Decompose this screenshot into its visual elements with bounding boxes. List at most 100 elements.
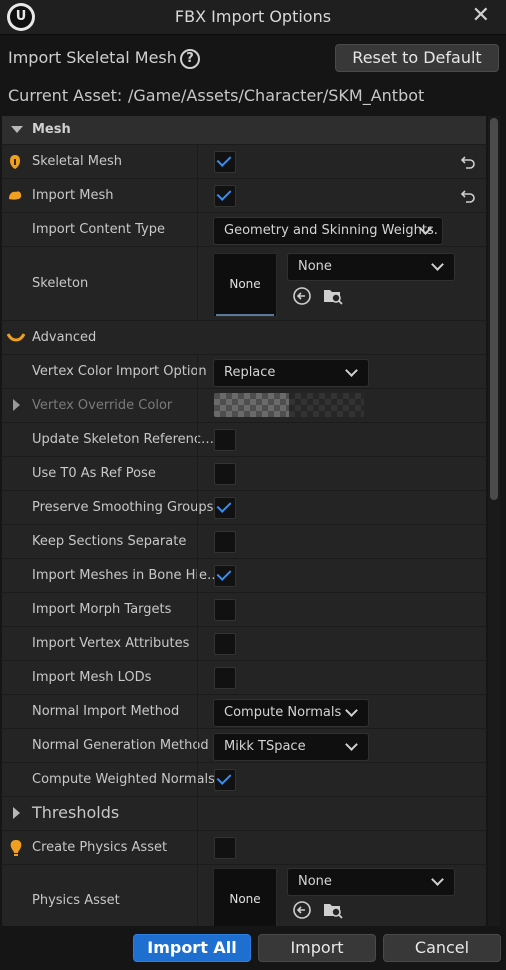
update-skeleton-reference-checkbox[interactable] bbox=[214, 429, 236, 451]
vertex-override-color-swatch[interactable] bbox=[214, 393, 364, 417]
import-button[interactable]: Import bbox=[258, 934, 376, 962]
dropdown-value: Mikk TSpace bbox=[224, 739, 306, 754]
label: Preserve Smoothing Groups bbox=[32, 500, 214, 515]
label: Normal Import Method bbox=[32, 704, 180, 719]
reset-to-default-button[interactable]: Reset to Default bbox=[335, 44, 499, 72]
row-normal-import-method: Normal Import Method Compute Normals bbox=[2, 695, 486, 729]
mesh-icon bbox=[9, 191, 22, 200]
label: Keep Sections Separate bbox=[32, 534, 187, 549]
label: Import Mesh LODs bbox=[32, 670, 152, 685]
current-asset-path: /Game/Assets/Character/SKM_Antbot bbox=[128, 86, 425, 105]
thumb-label: None bbox=[229, 277, 261, 291]
label: Vertex Color Import Option bbox=[32, 364, 207, 379]
import-meshes-in-bone-hierarchy-checkbox[interactable] bbox=[214, 565, 236, 587]
row-physics-asset: Physics Asset None None bbox=[2, 865, 486, 926]
row-preserve-smoothing-groups: Preserve Smoothing Groups bbox=[2, 491, 486, 525]
row-keep-sections-separate: Keep Sections Separate bbox=[2, 525, 486, 559]
label: Update Skeleton Referenc… bbox=[32, 432, 215, 447]
use-selected-asset-icon[interactable] bbox=[292, 900, 312, 920]
import-all-button[interactable]: Import All bbox=[133, 934, 251, 962]
row-skeletal-mesh: Skeletal Mesh bbox=[2, 145, 486, 179]
physics-body-icon bbox=[10, 840, 22, 856]
header-row: Import Skeletal Mesh ? Reset to Default bbox=[0, 42, 506, 74]
import-vertex-attributes-checkbox[interactable] bbox=[214, 633, 236, 655]
physics-asset-picker[interactable]: None bbox=[287, 868, 455, 896]
title-bar: U FBX Import Options ✕ bbox=[0, 0, 506, 35]
create-physics-asset-checkbox[interactable] bbox=[214, 837, 236, 859]
row-use-t0-as-ref-pose: Use T0 As Ref Pose bbox=[2, 457, 486, 491]
import-mesh-lods-checkbox[interactable] bbox=[214, 667, 236, 689]
row-import-mesh-lods: Import Mesh LODs bbox=[2, 661, 486, 695]
dropdown-value: None bbox=[298, 259, 332, 274]
preserve-smoothing-groups-checkbox[interactable] bbox=[214, 497, 236, 519]
normal-generation-method-dropdown[interactable]: Mikk TSpace bbox=[213, 733, 369, 761]
label: Skeletal Mesh bbox=[32, 154, 122, 169]
chevron-down-icon bbox=[431, 258, 444, 271]
row-import-morph-targets: Import Morph Targets bbox=[2, 593, 486, 627]
row-import-vertex-attributes: Import Vertex Attributes bbox=[2, 627, 486, 661]
section-mesh-label: Mesh bbox=[32, 122, 71, 137]
label: Physics Asset bbox=[32, 893, 120, 908]
cancel-button[interactable]: Cancel bbox=[383, 934, 501, 962]
properties-panel: Mesh Skeletal Mesh Import Mesh Import Co… bbox=[2, 116, 486, 926]
close-icon[interactable]: ✕ bbox=[472, 5, 490, 27]
import-mesh-checkbox[interactable] bbox=[214, 185, 236, 207]
skeletal-mesh-checkbox[interactable] bbox=[214, 151, 236, 173]
row-import-mesh: Import Mesh bbox=[2, 179, 486, 213]
shield-icon bbox=[10, 155, 20, 169]
thumb-label: None bbox=[229, 892, 261, 906]
dropdown-value: Geometry and Skinning Weights. bbox=[224, 223, 438, 238]
skeleton-thumbnail[interactable]: None bbox=[213, 253, 277, 317]
row-advanced[interactable]: Advanced bbox=[2, 321, 486, 355]
row-import-meshes-in-bone-hierarchy: Import Meshes in Bone Hie… bbox=[2, 559, 486, 593]
normal-import-method-dropdown[interactable]: Compute Normals bbox=[213, 699, 369, 727]
help-icon[interactable]: ? bbox=[180, 49, 200, 69]
vertex-color-import-dropdown[interactable]: Replace bbox=[213, 359, 369, 387]
label: Compute Weighted Normals bbox=[32, 772, 215, 787]
row-create-physics-asset: Create Physics Asset bbox=[2, 831, 486, 865]
current-asset-label: Current Asset: bbox=[8, 86, 123, 105]
label: Import Meshes in Bone Hie… bbox=[32, 568, 221, 583]
use-t0-checkbox[interactable] bbox=[214, 463, 236, 485]
reset-arrow-icon[interactable] bbox=[460, 189, 476, 203]
label: Thresholds bbox=[32, 803, 120, 822]
compute-weighted-normals-checkbox[interactable] bbox=[214, 769, 236, 791]
label: Normal Generation Method bbox=[32, 738, 209, 753]
window-title: FBX Import Options bbox=[174, 7, 332, 26]
browse-asset-icon[interactable] bbox=[323, 900, 343, 920]
chevron-down-icon bbox=[345, 704, 358, 717]
label: Create Physics Asset bbox=[32, 840, 168, 855]
row-vertex-color-import-option: Vertex Color Import Option Replace bbox=[2, 355, 486, 389]
chevron-down-icon bbox=[345, 364, 358, 377]
label: Skeleton bbox=[32, 276, 89, 291]
label: Import Content Type bbox=[32, 222, 165, 237]
footer-buttons: Import All Import Cancel bbox=[0, 928, 506, 970]
use-selected-asset-icon[interactable] bbox=[292, 286, 312, 306]
expand-arrow-icon[interactable] bbox=[13, 399, 20, 411]
keep-sections-separate-checkbox[interactable] bbox=[214, 531, 236, 553]
physics-asset-thumbnail[interactable]: None bbox=[213, 868, 277, 926]
browse-asset-icon[interactable] bbox=[323, 286, 343, 306]
row-thresholds[interactable]: Thresholds bbox=[2, 797, 486, 831]
row-normal-generation-method: Normal Generation Method Mikk TSpace bbox=[2, 729, 486, 763]
label: Import Vertex Attributes bbox=[32, 636, 190, 651]
vertical-scrollbar[interactable] bbox=[488, 116, 500, 926]
chevron-down-icon bbox=[431, 873, 444, 886]
row-skeleton: Skeleton None None bbox=[2, 247, 486, 321]
scrollbar-thumb[interactable] bbox=[490, 118, 498, 500]
import-content-type-dropdown[interactable]: Geometry and Skinning Weights. bbox=[213, 217, 443, 245]
reset-arrow-icon[interactable] bbox=[460, 155, 476, 169]
chevron-down-icon bbox=[345, 738, 358, 751]
label: Vertex Override Color bbox=[32, 398, 173, 413]
import-type-label: Import Skeletal Mesh bbox=[8, 48, 177, 67]
dropdown-value: Replace bbox=[224, 365, 276, 380]
row-vertex-override-color: Vertex Override Color bbox=[2, 389, 486, 423]
row-update-skeleton-reference: Update Skeleton Referenc… bbox=[2, 423, 486, 457]
collapse-arrow-icon[interactable] bbox=[11, 126, 23, 133]
expand-arrow-icon[interactable] bbox=[13, 807, 20, 819]
section-mesh[interactable]: Mesh bbox=[2, 116, 486, 145]
import-morph-targets-checkbox[interactable] bbox=[214, 599, 236, 621]
skeleton-asset-picker[interactable]: None bbox=[287, 253, 455, 281]
dropdown-value: Compute Normals bbox=[224, 705, 342, 720]
advanced-expand-icon[interactable] bbox=[7, 332, 25, 342]
